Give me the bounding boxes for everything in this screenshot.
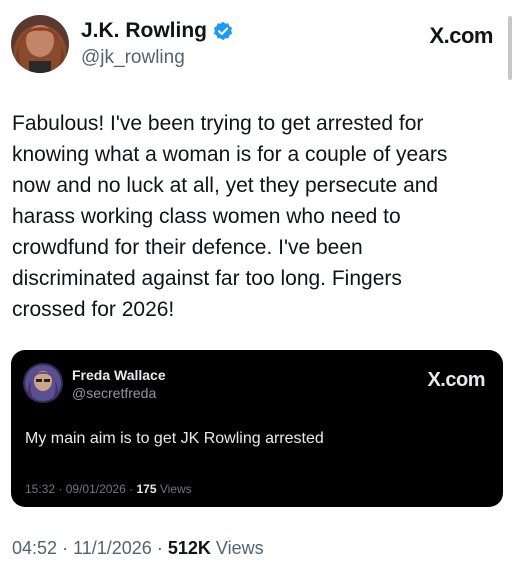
quoted-views-label: Views (159, 482, 192, 496)
author-avatar-image (11, 15, 69, 73)
tweet-card: J.K. Rowling @jk_rowling X.com Fabulous!… (0, 0, 514, 565)
verified-badge-icon[interactable] (213, 21, 233, 41)
scrollbar[interactable] (508, 16, 512, 80)
views-count[interactable]: 512K (168, 538, 211, 558)
quoted-tweet-text: My main aim is to get JK Rowling arreste… (25, 430, 324, 447)
quoted-author-names: Freda Wallace @secretfreda (72, 367, 166, 401)
meta-separator: · (62, 538, 69, 558)
author-display-name[interactable]: J.K. Rowling (81, 19, 207, 43)
quoted-views-count: 175 (136, 482, 157, 496)
quoted-author-display-name[interactable]: Freda Wallace (72, 367, 166, 383)
quoted-tweet-time: 15:32 (25, 482, 56, 496)
meta-separator: · (156, 538, 163, 558)
x-logo-brand[interactable]: X.com (429, 23, 493, 49)
quoted-tweet-meta: 15:32 · 09/01/2026 · 175 Views (25, 482, 192, 496)
author-names: J.K. Rowling @jk_rowling (81, 17, 233, 69)
quoted-tweet[interactable]: Freda Wallace @secretfreda X.com My main… (11, 350, 503, 507)
quoted-author-handle[interactable]: @secretfreda (72, 385, 166, 401)
tweet-header: J.K. Rowling @jk_rowling X.com (11, 11, 503, 79)
quoted-meta-separator: · (129, 482, 134, 496)
tweet-time[interactable]: 04:52 (12, 538, 57, 558)
author-avatar[interactable] (11, 15, 69, 73)
author-handle[interactable]: @jk_rowling (81, 47, 233, 69)
tweet-meta: 04:52 · 11/1/2026 · 512K Views (12, 538, 264, 559)
quoted-author-avatar-image (23, 363, 63, 403)
quoted-author-avatar[interactable] (23, 363, 63, 403)
quoted-x-logo-brand[interactable]: X.com (427, 369, 485, 392)
display-name-row: J.K. Rowling (81, 17, 233, 45)
views-label[interactable]: Views (216, 538, 264, 558)
tweet-date[interactable]: 11/1/2026 (73, 538, 152, 558)
tweet-text: Fabulous! I've been trying to get arrest… (12, 112, 448, 321)
quoted-meta-separator: · (58, 482, 63, 496)
quoted-tweet-date: 09/01/2026 (65, 482, 126, 496)
